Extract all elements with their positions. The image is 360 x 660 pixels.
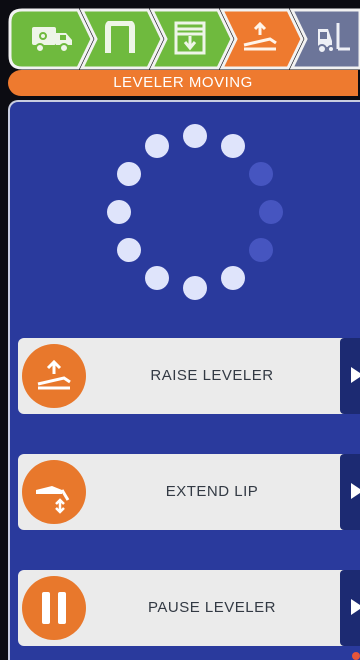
spinner-dot <box>248 238 273 262</box>
pause-icon <box>22 576 86 640</box>
door-closing-icon <box>170 21 210 55</box>
play-arrow-icon <box>351 483 360 499</box>
spinner-dot <box>117 238 142 262</box>
spinner-dot <box>248 162 273 186</box>
extend-lip-icon <box>22 460 86 524</box>
pause-leveler-button[interactable]: PAUSE LEVELER <box>18 570 360 646</box>
leveler-icon <box>240 21 280 55</box>
raise-leveler-go-button[interactable] <box>340 338 360 414</box>
raise-leveler-icon <box>22 344 86 408</box>
spinner-dot <box>107 200 131 224</box>
forklift-icon <box>312 21 352 55</box>
spinner-dot <box>221 265 245 290</box>
extend-lip-button[interactable]: EXTEND LIP <box>18 454 360 530</box>
spinner-dot <box>221 134 245 159</box>
extend-lip-go-button[interactable] <box>340 454 360 530</box>
spinner-dot <box>259 200 283 224</box>
spinner-dot <box>145 134 169 159</box>
step-progress-bar <box>8 8 360 70</box>
pause-leveler-go-button[interactable] <box>340 570 360 646</box>
main-panel: RAISE LEVELER EXTEND LIP PAUSE LEVELER <box>8 100 360 660</box>
spinner-dot <box>117 162 142 186</box>
spinner-dot <box>183 124 207 148</box>
loading-spinner-icon <box>105 122 285 302</box>
extend-lip-label: EXTEND LIP <box>165 483 259 500</box>
indicator-dot <box>352 652 360 660</box>
play-arrow-icon <box>351 367 360 383</box>
spinner-dot <box>183 276 207 300</box>
dock-door-icon <box>100 21 140 55</box>
raise-leveler-button[interactable]: RAISE LEVELER <box>18 338 360 414</box>
raise-leveler-label: RAISE LEVELER <box>150 367 274 384</box>
pause-leveler-label: PAUSE LEVELER <box>148 599 276 616</box>
spinner-dot <box>145 265 169 290</box>
status-banner: LEVELER MOVING <box>8 70 358 96</box>
truck-icon <box>30 21 72 55</box>
play-arrow-icon <box>351 599 360 615</box>
